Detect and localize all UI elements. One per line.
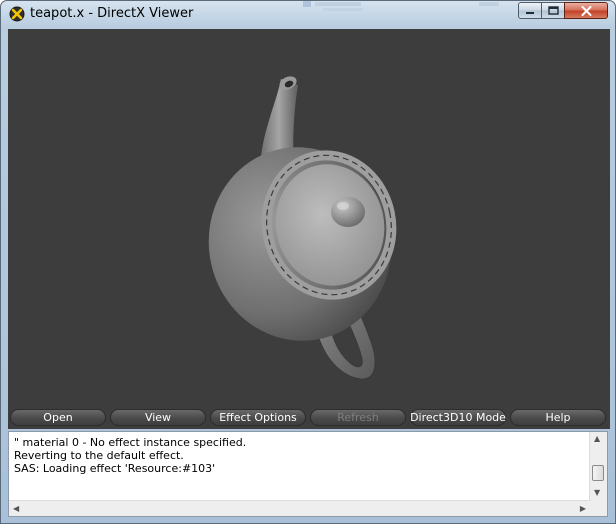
view-button-label: View [144,411,172,424]
effect-options-button-label: Effect Options [219,411,297,424]
horizontal-scrollbar[interactable]: ◀ ▶ [9,500,591,516]
vertical-scroll-thumb[interactable] [592,465,604,481]
effect-options-button[interactable]: Effect Options [210,409,306,426]
close-icon [581,5,591,16]
background-window-glimpse [303,1,499,11]
window-title: teapot.x - DirectX Viewer [30,6,194,21]
refresh-button-label: Refresh [337,411,379,424]
viewer-toolbar: Open View Effect Options Refresh Direct3… [8,407,610,429]
scroll-left-arrow-icon[interactable]: ◀ [13,504,19,513]
view-button[interactable]: View [110,409,206,426]
open-button[interactable]: Open [10,409,106,426]
log-text: " material 0 - No effect instance specif… [14,436,246,475]
help-button-label: Help [545,411,571,424]
direct3d10-mode-button-label: Direct3D10 Mode [410,411,506,424]
directx-x-icon [9,6,25,22]
title-bar[interactable]: teapot.x - DirectX Viewer [1,1,615,28]
log-line: " material 0 - No effect instance specif… [14,436,247,449]
vertical-scrollbar[interactable]: ▲ ▼ [589,432,607,502]
maximize-icon [547,6,559,15]
teapot-model [208,76,397,380]
minimize-button[interactable] [518,2,542,19]
log-line: SAS: Loading effect 'Resource:#103' [14,462,216,475]
scroll-down-arrow-icon[interactable]: ▼ [594,488,600,497]
help-button[interactable]: Help [510,409,606,426]
close-button[interactable] [564,2,608,19]
scroll-up-arrow-icon[interactable]: ▲ [594,434,600,443]
output-log[interactable]: " material 0 - No effect instance specif… [8,431,608,517]
direct3d10-mode-button[interactable]: Direct3D10 Mode [410,409,506,426]
scrollbar-corner [590,501,607,516]
directx-viewer-window: teapot.x - DirectX Viewer Open View Effe… [0,0,616,524]
3d-render-viewport[interactable]: Open View Effect Options Refresh Direct3… [8,29,610,429]
maximize-button[interactable] [541,2,565,19]
log-line: Reverting to the default effect. [14,449,184,462]
scroll-right-arrow-icon[interactable]: ▶ [580,504,586,513]
open-button-label: Open [43,411,73,424]
minimize-icon [526,11,534,14]
refresh-button[interactable]: Refresh [310,409,406,426]
